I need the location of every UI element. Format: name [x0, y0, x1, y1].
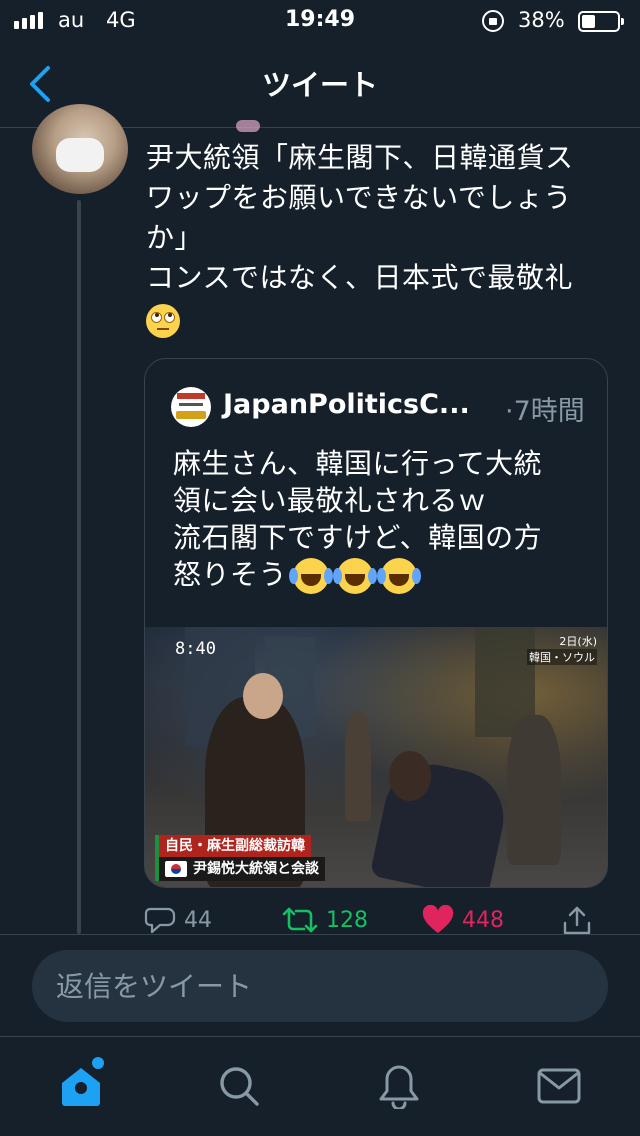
tab-search[interactable] — [214, 1061, 264, 1111]
laughing-emoji-icon — [333, 558, 378, 594]
thread-line — [77, 200, 81, 934]
retweet-icon — [282, 907, 318, 933]
video-timestamp: 8:40 — [175, 639, 216, 659]
search-icon — [220, 1067, 259, 1106]
quoted-line: 流石閣下ですけど、韓国の方 — [173, 521, 543, 554]
quoted-line: 麻生さん、韓国に行って大統 — [173, 447, 543, 480]
tab-messages[interactable] — [534, 1061, 584, 1111]
quoted-line: 領に会い最敬礼されるｗ — [173, 484, 487, 517]
tab-home[interactable] — [56, 1057, 106, 1111]
reply-input[interactable] — [32, 950, 608, 1022]
like-count: 448 — [462, 907, 504, 933]
battery-percentage: 38% — [518, 8, 565, 32]
video-caption-top: 自民・麻生副総裁訪韓 — [155, 835, 311, 857]
quoted-tweet-card[interactable]: JapanPoliticsC... ·7時間 麻生さん、韓国に行って大統 領に会… — [144, 358, 608, 888]
rotation-lock-icon — [482, 10, 504, 32]
korea-flag-icon — [165, 861, 187, 877]
tweet-text: 尹大統領「麻生閣下、日韓通貨ス ワップをお願いできないでしょう か」 コンスでは… — [146, 138, 616, 338]
reply-icon — [144, 907, 176, 934]
eye-roll-emoji-icon — [146, 304, 180, 338]
video-date: 2日(水) — [559, 635, 597, 648]
quoted-author-avatar — [171, 387, 211, 427]
avatar[interactable] — [32, 104, 128, 194]
tab-notifications[interactable] — [374, 1061, 424, 1111]
video-caption-bottom-text: 尹錫悦大統領と会談 — [193, 861, 319, 877]
divider — [0, 934, 640, 935]
video-thumbnail[interactable]: 8:40 2日(水) 韓国・ソウル 自民・麻生副総裁訪韓 尹錫悦大統領と会談 — [145, 627, 607, 887]
tweet-line: コンスではなく、日本式で最敬礼 — [146, 261, 573, 294]
tweet-line: 尹大統領「麻生閣下、日韓通貨ス — [146, 141, 574, 174]
quoted-tweet-text: 麻生さん、韓国に行って大統 領に会い最敬礼されるｗ 流石閣下ですけど、韓国の方 … — [173, 445, 593, 594]
laughing-emoji-group — [287, 558, 425, 594]
quoted-author-name: JapanPoliticsC... — [223, 389, 470, 420]
decorative-emoji-peek — [236, 120, 260, 132]
tweet-line: ワップをお願いできないでしょう — [146, 181, 572, 214]
quoted-line: 怒りそう — [173, 558, 288, 591]
notification-dot — [92, 1057, 104, 1069]
share-icon — [563, 906, 591, 935]
mail-icon — [537, 1068, 581, 1104]
home-icon — [62, 1068, 100, 1106]
status-bar: au 4G 19:49 38% — [0, 0, 640, 42]
video-caption-bottom: 尹錫悦大統領と会談 — [155, 857, 325, 881]
reply-count: 44 — [184, 907, 212, 933]
video-location: 韓国・ソウル — [527, 649, 597, 665]
bell-icon — [379, 1065, 419, 1109]
battery-icon — [578, 11, 624, 32]
laughing-emoji-icon — [377, 558, 422, 594]
heart-icon — [422, 905, 454, 933]
quoted-tweet-time: ·7時間 — [505, 396, 585, 427]
tab-bar — [0, 1036, 640, 1136]
quoted-tweet-header: JapanPoliticsC... ·7時間 — [171, 385, 591, 427]
laughing-emoji-icon — [289, 558, 334, 594]
page-title: ツイート — [261, 68, 378, 102]
retweet-count: 128 — [326, 907, 368, 933]
tweet-line: か」 — [146, 221, 204, 254]
